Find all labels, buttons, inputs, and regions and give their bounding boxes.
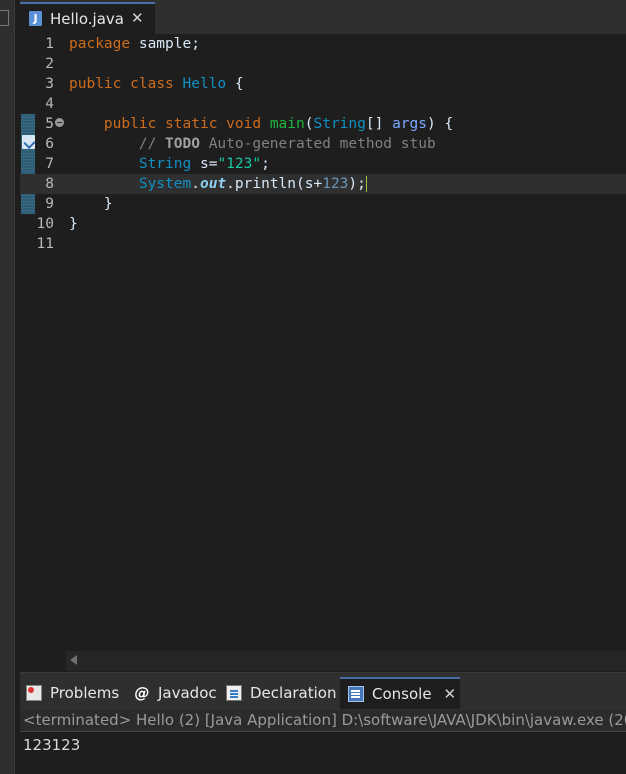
console-status-line: <terminated> Hello (2) [Java Application… — [20, 710, 626, 732]
tab-label: Javadoc — [158, 684, 217, 702]
code-line: 11 — [20, 234, 626, 254]
problems-icon — [26, 685, 42, 701]
panel-tab-bar: Problems @ Javadoc Declaration Console ✕ — [20, 672, 626, 711]
line-number: 5 — [45, 116, 54, 132]
code-line: 6 // TODO Auto-generated method stub — [20, 134, 626, 154]
line-number: 8 — [45, 176, 54, 192]
tab-label: Console — [372, 685, 432, 703]
line-number: 11 — [36, 236, 54, 252]
tab-problems[interactable]: Problems — [26, 677, 128, 709]
horizontal-scrollbar[interactable] — [66, 651, 626, 671]
code-line: 9 } — [20, 194, 626, 214]
code-text: } — [69, 196, 113, 212]
code-line: 2 — [20, 54, 626, 74]
line-number: 7 — [45, 156, 54, 172]
code-text: public static void main(String[] args) { — [103, 116, 454, 132]
code-text: System.out.println(s+123); — [138, 176, 367, 192]
close-icon[interactable]: ✕ — [131, 9, 144, 27]
code-text: public class Hello { — [69, 76, 244, 92]
code-line: 10 } — [20, 214, 626, 234]
line-number: 4 — [45, 96, 54, 112]
editor-tab-bar: J Hello.java ✕ — [20, 0, 626, 35]
tab-label: Problems — [50, 684, 120, 702]
code-line: 5 public static void main(String[] args)… — [20, 114, 626, 134]
line-number: 2 — [45, 56, 54, 72]
tab-javadoc[interactable]: @ Javadoc — [134, 677, 220, 709]
code-line: 3 public class Hello { — [20, 74, 626, 94]
tab-label: Declaration — [250, 684, 337, 702]
text-caret — [365, 176, 367, 192]
scroll-left-icon[interactable] — [70, 655, 77, 665]
code-line: 1 package sample; — [20, 34, 626, 54]
code-text: } — [69, 216, 78, 232]
console-output: 123123 — [23, 736, 81, 754]
line-number: 9 — [45, 196, 54, 212]
java-file-icon: J — [29, 11, 42, 26]
line-number: 10 — [36, 216, 54, 232]
console-view[interactable]: <terminated> Hello (2) [Java Application… — [20, 710, 626, 774]
tab-console[interactable]: Console ✕ — [340, 677, 460, 709]
close-icon[interactable]: ✕ — [444, 685, 457, 703]
code-line: 4 — [20, 94, 626, 114]
code-editor[interactable]: − 1 package sample; 2 3 public class Hel… — [20, 34, 626, 672]
code-line-current: 8 System.out.println(s+123); — [20, 174, 626, 194]
console-icon — [348, 686, 364, 702]
code-text: package sample; — [69, 36, 200, 52]
minimized-view-icon[interactable] — [0, 10, 9, 26]
line-number: 1 — [45, 36, 54, 52]
code-text: String s="123"; — [138, 156, 270, 172]
line-number: 6 — [45, 136, 54, 152]
line-number: 3 — [45, 76, 54, 92]
left-sidebar-strip — [0, 0, 15, 774]
javadoc-icon: @ — [134, 684, 150, 702]
declaration-icon — [226, 685, 242, 701]
code-line: 7 String s="123"; — [20, 154, 626, 174]
tab-declaration[interactable]: Declaration — [226, 677, 338, 709]
tab-hello-java[interactable]: J Hello.java ✕ — [20, 2, 155, 34]
code-text: // TODO Auto-generated method stub — [138, 136, 436, 152]
tab-label: Hello.java — [50, 10, 124, 28]
